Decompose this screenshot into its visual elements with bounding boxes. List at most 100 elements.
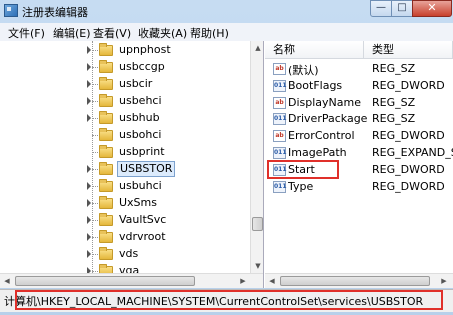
value-type: REG_SZ: [372, 112, 416, 126]
expand-arrow-icon[interactable]: [87, 216, 91, 224]
folder-icon: [99, 247, 113, 260]
column-header-name[interactable]: 名称: [265, 41, 364, 59]
tree-item-label: usbcir: [119, 77, 153, 90]
key-tree: upnphost usbccgp usbcir usbehci usbhub usbohc…: [0, 41, 250, 273]
folder-icon: [99, 77, 113, 90]
window-title: 注册表编辑器: [22, 6, 88, 19]
tree-item[interactable]: vds: [0, 246, 250, 263]
tree-item[interactable]: USBSTOR: [0, 161, 250, 178]
minimize-button[interactable]: —: [370, 0, 392, 17]
value-row[interactable]: ab DisplayName REG_SZ: [265, 95, 453, 112]
menu-file[interactable]: 文件(F): [8, 25, 45, 41]
value-row[interactable]: ab (默认) REG_SZ: [265, 61, 453, 78]
column-header-type[interactable]: 类型: [364, 41, 453, 59]
string-value-icon: ab: [273, 63, 286, 75]
expand-arrow-icon[interactable]: [87, 165, 91, 173]
tree-item[interactable]: vga: [0, 263, 250, 273]
registry-app-icon: [4, 4, 18, 17]
menu-favorites[interactable]: 收藏夹(A): [138, 25, 187, 41]
folder-icon: [99, 196, 113, 209]
expand-arrow-icon[interactable]: [87, 182, 91, 190]
scroll-left-icon[interactable]: ◀: [0, 274, 14, 288]
expand-arrow-icon[interactable]: [87, 114, 91, 122]
expand-arrow-icon[interactable]: [87, 63, 91, 71]
title-bar[interactable]: 注册表编辑器 — □ ✕: [0, 0, 453, 22]
tree-item-label: usbhub: [119, 111, 160, 124]
value-type: REG_SZ: [372, 62, 416, 75]
key-tree-pane: upnphost usbccgp usbcir usbehci usbhub usbohc…: [0, 41, 264, 288]
close-button[interactable]: ✕: [412, 0, 452, 17]
scroll-up-icon[interactable]: ▲: [252, 41, 263, 55]
tree-item-label: vds: [119, 247, 139, 260]
expand-arrow-icon[interactable]: [87, 97, 91, 105]
value-row[interactable]: 011 BootFlags REG_DWORD: [265, 78, 453, 95]
values-horizontal-scrollbar[interactable]: ◀ ▶: [265, 273, 453, 288]
folder-icon: [99, 128, 113, 141]
expand-arrow-icon[interactable]: [87, 199, 91, 207]
tree-item[interactable]: UxSms: [0, 195, 250, 212]
tree-vertical-scrollbar[interactable]: ▲ ▼: [250, 41, 263, 273]
binary-value-icon: 011: [273, 113, 287, 126]
tree-item-label: usbccgp: [119, 60, 165, 73]
menu-help[interactable]: 帮助(H): [190, 25, 229, 41]
value-type: REG_SZ: [372, 95, 416, 109]
binary-value-icon: 011: [273, 147, 287, 159]
tree-item[interactable]: upnphost: [0, 42, 250, 59]
expand-arrow-icon[interactable]: [87, 250, 91, 258]
values-hscroll-thumb[interactable]: [280, 276, 430, 286]
value-type: REG_DWORD: [372, 162, 445, 176]
tree-item[interactable]: usbehci: [0, 93, 250, 110]
tree-scroll-thumb[interactable]: [252, 217, 263, 231]
value-type: REG_EXPAND_SZ: [372, 146, 453, 159]
tree-item[interactable]: usbccgp: [0, 59, 250, 76]
tree-item-label: usbprint: [119, 145, 165, 158]
tree-item[interactable]: usbohci: [0, 127, 250, 144]
folder-icon: [99, 60, 113, 73]
tree-horizontal-scrollbar[interactable]: ◀ ▶: [0, 273, 263, 288]
scroll-right-icon[interactable]: ▶: [236, 274, 250, 288]
maximize-button[interactable]: □: [391, 0, 413, 17]
expand-arrow-icon[interactable]: [87, 233, 91, 241]
folder-icon: [99, 230, 113, 243]
value-name: DriverPackageId: [288, 112, 368, 126]
tree-item-label: usbohci: [119, 128, 162, 141]
tree-item[interactable]: usbprint: [0, 144, 250, 161]
tree-item[interactable]: vdrvroot: [0, 229, 250, 246]
binary-value-icon: 011: [273, 79, 287, 92]
value-name: (默认): [288, 64, 319, 77]
folder-icon: [99, 145, 113, 158]
status-highlight-box: [15, 290, 443, 310]
value-row[interactable]: 011DriverPackageId REG_SZ: [265, 111, 453, 128]
expand-arrow-icon[interactable]: [87, 80, 91, 88]
menu-view[interactable]: 查看(V): [93, 25, 131, 41]
expand-arrow-icon[interactable]: [87, 46, 91, 54]
folder-icon: [99, 213, 113, 226]
tree-item-label: UxSms: [119, 196, 157, 209]
regedit-window: 注册表编辑器 — □ ✕ 文件(F) 编辑(E) 查看(V) 收藏夹(A) 帮助…: [0, 0, 453, 315]
string-value-icon: ab: [273, 130, 286, 143]
tree-item-label: VaultSvc: [119, 213, 167, 226]
values-scroll-right-icon[interactable]: ▶: [437, 274, 451, 288]
tree-item-label: USBSTOR: [117, 161, 176, 177]
menu-edit[interactable]: 编辑(E): [53, 25, 91, 41]
tree-item-label: usbuhci: [119, 179, 162, 192]
values-scroll-left-icon[interactable]: ◀: [265, 274, 279, 288]
value-type: REG_DWORD: [372, 179, 445, 193]
tree-item[interactable]: usbcir: [0, 76, 250, 93]
tree-item[interactable]: usbuhci: [0, 178, 250, 195]
value-row[interactable]: 011 Type REG_DWORD: [265, 179, 453, 196]
value-row[interactable]: ab ErrorControl REG_DWORD: [265, 128, 453, 145]
value-name: BootFlags: [288, 78, 343, 92]
folder-icon: [99, 111, 113, 124]
start-highlight-box: [267, 160, 339, 179]
binary-value-icon: 011: [273, 180, 287, 193]
tree-item-label: vga: [119, 264, 140, 273]
folder-icon: [99, 179, 113, 192]
tree-item-label: vdrvroot: [119, 230, 166, 243]
scroll-down-icon[interactable]: ▼: [252, 259, 263, 273]
tree-hscroll-thumb[interactable]: [15, 276, 195, 286]
tree-item[interactable]: usbhub: [0, 110, 250, 127]
folder-icon: [99, 264, 113, 273]
tree-item[interactable]: VaultSvc: [0, 212, 250, 229]
value-name: Type: [288, 179, 314, 193]
